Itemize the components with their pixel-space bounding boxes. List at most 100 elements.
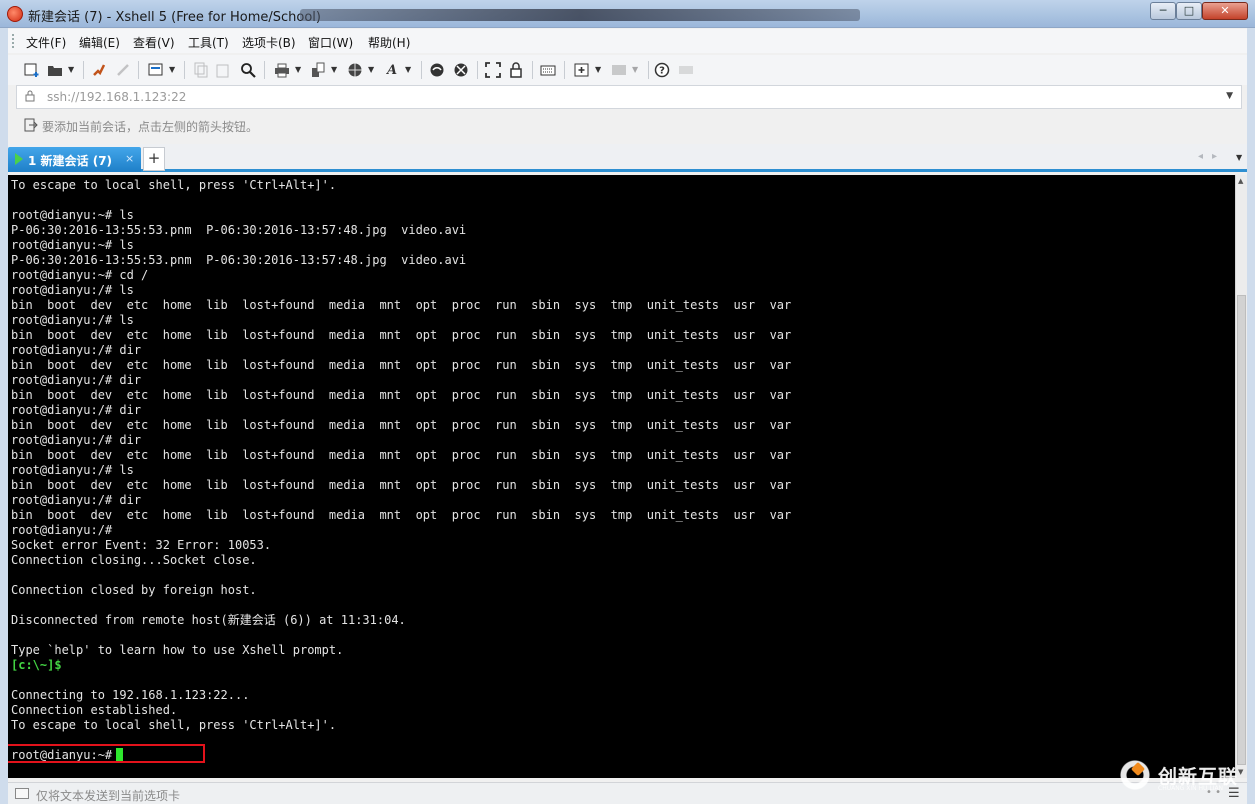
terminal-pane[interactable]: To escape to local shell, press 'Ctrl+Al… <box>8 175 1235 778</box>
terminal-line: Connection established. <box>11 703 178 717</box>
terminal-line: To escape to local shell, press 'Ctrl+Al… <box>11 178 337 192</box>
menu-bar: 文件(F) 编辑(E) 查看(V) 工具(T) 选项卡(B) 窗口(W) 帮助(… <box>8 29 1247 53</box>
tab-session-7[interactable]: 1 新建会话 (7) × <box>8 147 141 172</box>
tab-label: 1 新建会话 (7) <box>28 154 113 168</box>
terminal-line: bin boot dev etc home lib lost+found med… <box>11 388 792 402</box>
reconnect-icon[interactable] <box>91 62 107 78</box>
connected-play-icon <box>15 153 23 165</box>
scrollbar-thumb[interactable] <box>1237 295 1246 765</box>
terminal-output: To escape to local shell, press 'Ctrl+Al… <box>11 178 791 763</box>
session-hint-text: 要添加当前会话，点击左侧的箭头按钮。 <box>42 120 259 134</box>
notify-icon[interactable] <box>678 62 694 78</box>
menu-edit[interactable]: 编辑(E) <box>79 34 120 51</box>
menu-file[interactable]: 文件(F) <box>26 34 66 51</box>
xftp-icon[interactable] <box>429 62 445 78</box>
svg-text:?: ? <box>659 66 665 77</box>
terminal-scrollbar[interactable]: ▲ ▼ <box>1235 175 1247 778</box>
terminal-line: root@dianyu:~# ls <box>11 238 134 252</box>
paste-icon[interactable] <box>215 62 231 78</box>
font-icon[interactable]: A <box>384 62 400 78</box>
terminal-line: P-06:30:2016-13:55:53.pnm P-06:30:2016-1… <box>11 223 467 237</box>
menu-help[interactable]: 帮助(H) <box>368 34 410 51</box>
terminal-line: bin boot dev etc home lib lost+found med… <box>11 298 792 312</box>
toolbar-separator <box>648 61 649 79</box>
scroll-up-icon[interactable]: ▲ <box>1238 177 1243 185</box>
menu-tabs[interactable]: 选项卡(B) <box>242 34 296 51</box>
toolbar-separator <box>477 61 478 79</box>
xshell-app-icon <box>7 6 23 22</box>
minimize-button[interactable]: ─ <box>1150 2 1176 20</box>
globe-icon[interactable] <box>347 62 363 78</box>
terminal-line: root@dianyu:/# dir <box>11 343 142 357</box>
print-dropdown-icon[interactable]: ▼ <box>295 65 301 74</box>
transfer-icon[interactable] <box>310 62 326 78</box>
terminal-line: bin boot dev etc home lib lost+found med… <box>11 478 792 492</box>
fullscreen-icon[interactable] <box>485 62 501 78</box>
redacted-title-area <box>300 9 860 21</box>
transfer-dropdown-icon[interactable]: ▼ <box>331 65 337 74</box>
terminal-line: root@dianyu:/# ls <box>11 313 134 327</box>
keyboard-icon[interactable] <box>540 62 556 78</box>
tab-list-dropdown-icon[interactable]: ▼ <box>1236 153 1242 162</box>
menu-view[interactable]: 查看(V) <box>133 34 175 51</box>
tab-prev-icon[interactable]: ◂ <box>1198 151 1203 162</box>
compose-input[interactable]: 仅将文本发送到当前选项卡 <box>36 787 180 804</box>
globe-dropdown-icon[interactable]: ▼ <box>368 65 374 74</box>
terminal-line: Connecting to 192.168.1.123:22... <box>11 688 250 702</box>
terminal-line: root@dianyu:/# dir <box>11 403 142 417</box>
watermark-logo: 创新互联 CHUANG XIN HU LIAN <box>1118 756 1252 796</box>
watermark-subtext: CHUANG XIN HU LIAN <box>1158 785 1224 792</box>
toolbar: ▼ ▼ ▼ ▼ ▼ A ▼ ▼ ▼ ? <box>8 55 1247 85</box>
terminal-line: root@dianyu:/# ls <box>11 463 134 477</box>
xmanager-icon[interactable] <box>453 62 469 78</box>
toolbar-separator <box>264 61 265 79</box>
compose-dropdown-icon[interactable]: ▼ <box>632 65 638 74</box>
new-tab-button[interactable]: + <box>143 147 165 171</box>
properties-icon[interactable] <box>148 62 164 78</box>
address-input[interactable]: ssh://192.168.1.123:22 <box>47 90 186 104</box>
window-title: 新建会话 (7) - Xshell 5 (Free for Home/Schoo… <box>28 10 321 25</box>
copy-icon[interactable] <box>192 62 208 78</box>
terminal-line: root@dianyu:/# <box>11 523 113 537</box>
terminal-line: Socket error Event: 32 Error: 10053. <box>11 538 272 552</box>
tab-next-icon[interactable]: ▸ <box>1212 151 1217 162</box>
compose-bar: 仅将文本发送到当前选项卡 • • ☰ <box>8 782 1247 804</box>
compose-bar-icon[interactable] <box>15 788 29 799</box>
tab-bar: 1 新建会话 (7) × + ◂ ▸ ▼ <box>8 144 1247 172</box>
properties-dropdown-icon[interactable]: ▼ <box>169 65 175 74</box>
terminal-line: root@dianyu:/# ls <box>11 283 134 297</box>
terminal-line: Disconnected from remote host(新建会话 (6)) … <box>11 613 406 627</box>
title-bar: 新建会话 (7) - Xshell 5 (Free for Home/Schoo… <box>0 0 1255 28</box>
add-tab-dropdown-icon[interactable]: ▼ <box>595 65 601 74</box>
terminal-line: Connection closed by foreign host. <box>11 583 257 597</box>
compose-icon[interactable] <box>611 62 627 78</box>
lock-icon[interactable] <box>508 62 524 78</box>
find-icon[interactable] <box>240 62 256 78</box>
menu-window[interactable]: 窗口(W) <box>308 34 353 51</box>
close-button[interactable]: ✕ <box>1202 2 1248 20</box>
address-bar[interactable]: ssh://192.168.1.123:22 ▼ <box>16 85 1242 109</box>
maximize-button[interactable]: □ <box>1176 2 1202 20</box>
watermark-logo-icon <box>1118 758 1152 792</box>
add-session-arrow-icon[interactable] <box>24 118 38 135</box>
font-dropdown-icon[interactable]: ▼ <box>405 65 411 74</box>
open-folder-icon[interactable] <box>47 62 63 78</box>
add-tab-icon[interactable] <box>574 62 590 78</box>
disconnect-icon[interactable] <box>115 62 131 78</box>
help-icon[interactable]: ? <box>654 62 670 78</box>
toolbar-separator <box>532 61 533 79</box>
menu-grip <box>12 34 15 48</box>
address-dropdown-icon[interactable]: ▼ <box>1226 91 1233 101</box>
terminal-line: root@dianyu:~# cd / <box>11 268 149 282</box>
open-dropdown-icon[interactable]: ▼ <box>68 65 74 74</box>
terminal-line: [c:\~]$ <box>11 658 62 672</box>
new-session-icon[interactable] <box>24 62 40 78</box>
tab-close-icon[interactable]: × <box>125 152 134 165</box>
terminal-line: P-06:30:2016-13:55:53.pnm P-06:30:2016-1… <box>11 253 467 267</box>
menu-tools[interactable]: 工具(T) <box>188 34 229 51</box>
print-icon[interactable] <box>274 62 290 78</box>
